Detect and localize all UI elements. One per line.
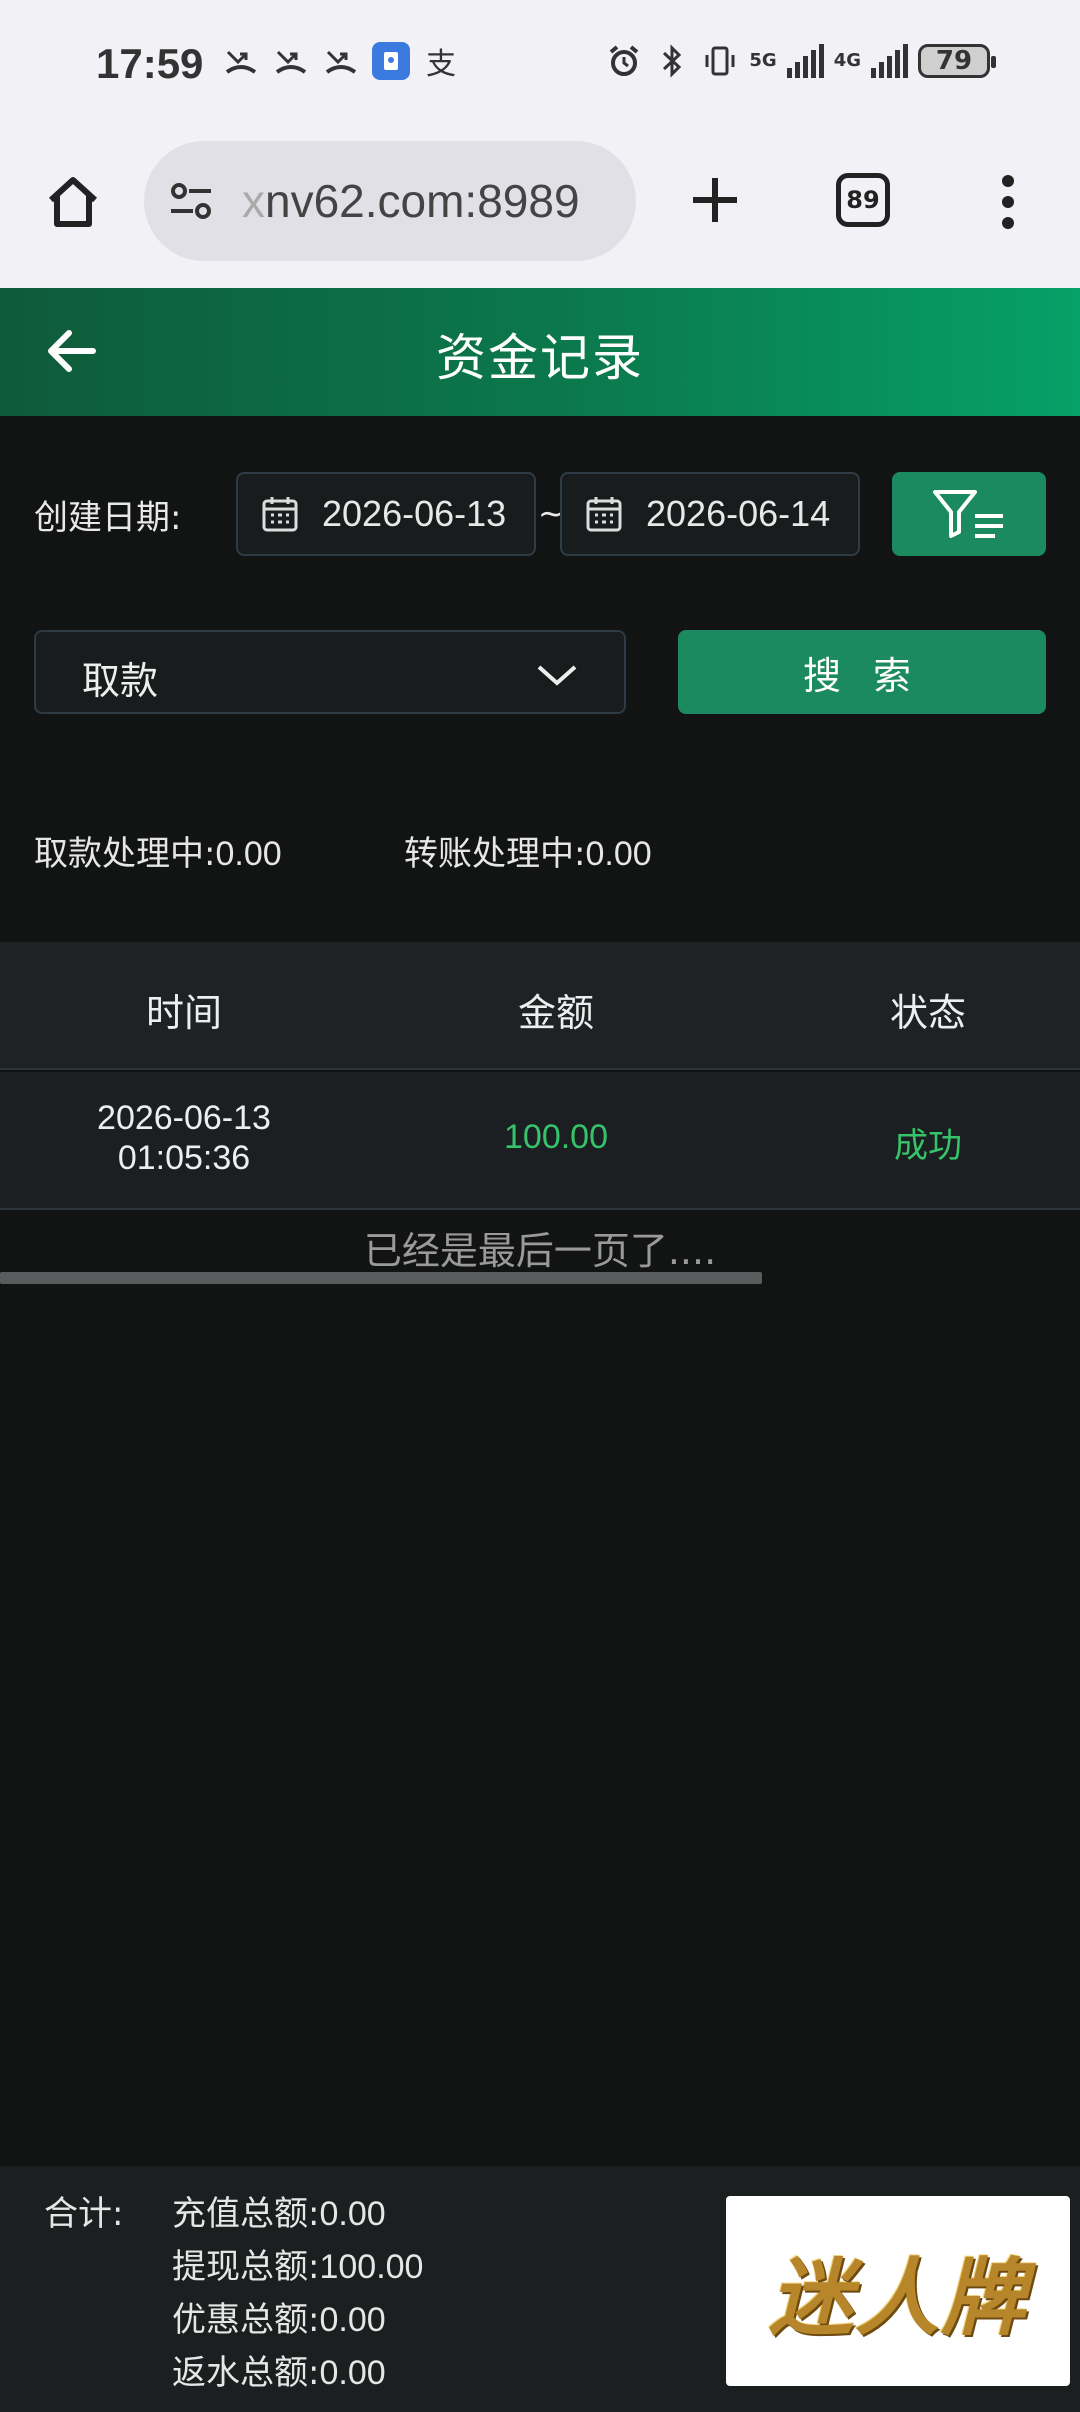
network-4g-label: 4G	[833, 50, 861, 71]
transaction-type-select[interactable]: 取款	[34, 630, 626, 714]
app-header: 资金记录	[0, 288, 1080, 416]
deposit-total: 充值总额:0.00	[172, 2186, 386, 2235]
dot-icon	[1002, 196, 1014, 208]
status-bar: 17:59 支 5G 4G 79	[0, 0, 1080, 135]
rebate-total: 返水总额:0.00	[172, 2345, 386, 2394]
transfer-pending-label: 转账处理中:	[404, 834, 586, 874]
page-title: 资金记录	[436, 329, 644, 387]
brand-logo[interactable]: 迷人牌	[726, 2196, 1070, 2386]
end-date-value: 2026-06-14	[646, 493, 831, 534]
column-header-time: 时间	[145, 991, 222, 1035]
missed-call-icon	[222, 42, 260, 80]
tab-switcher-button[interactable]: 89	[836, 173, 890, 227]
withdraw-pending-label: 取款处理中:	[34, 834, 216, 874]
withdraw-pending-value: 0.00	[215, 835, 282, 873]
plus-icon	[693, 178, 737, 222]
end-of-list-message: 已经是最后一页了....	[363, 1229, 717, 1273]
cell-date: 2026-06-13	[97, 1099, 271, 1137]
new-tab-button[interactable]	[680, 165, 750, 235]
brand-logo-text: 迷人牌	[768, 2247, 1027, 2347]
browser-toolbar: xnv62.com:8989 89	[0, 135, 1080, 288]
transfer-pending-value: 0.00	[585, 835, 652, 873]
chevron-down-icon	[534, 652, 580, 698]
vibrate-icon	[701, 42, 739, 80]
rebate-total-label: 返水总额:	[172, 2353, 320, 2393]
filter-icon	[933, 490, 1003, 538]
site-settings-icon[interactable]	[166, 176, 216, 226]
deposit-total-value: 0.00	[319, 2195, 386, 2233]
table-row[interactable]: 2026-06-13 01:05:36 100.00 成功	[0, 1072, 1080, 1210]
cell-amount: 100.00	[504, 1118, 608, 1156]
withdraw-total-label: 提现总额:	[172, 2247, 320, 2287]
alarm-icon	[605, 42, 643, 80]
withdraw-total-value: 100.00	[319, 2248, 424, 2286]
calendar-icon	[260, 494, 300, 534]
withdraw-pending: 取款处理中:0.00	[34, 826, 282, 875]
bonus-total: 优惠总额:0.00	[172, 2292, 386, 2341]
security-app-icon	[372, 42, 410, 80]
start-date-input[interactable]: 2026-06-13	[236, 472, 536, 556]
column-header-amount: 金额	[517, 991, 594, 1035]
table-header: 时间 金额 状态	[0, 942, 1080, 1070]
end-date-input[interactable]: 2026-06-14	[560, 472, 860, 556]
rebate-total-value: 0.00	[319, 2354, 386, 2392]
address-bar[interactable]: xnv62.com:8989	[144, 141, 636, 261]
horizontal-scrollbar[interactable]	[0, 1272, 762, 1284]
home-button[interactable]	[38, 167, 108, 237]
dot-icon	[1002, 175, 1014, 187]
missed-call-icon	[322, 42, 360, 80]
transfer-pending: 转账处理中:0.00	[404, 826, 652, 875]
search-button[interactable]: 搜 索	[678, 630, 1046, 714]
bluetooth-icon	[653, 42, 691, 80]
bonus-total-label: 优惠总额:	[172, 2300, 320, 2340]
calendar-icon	[584, 494, 624, 534]
cell-clock: 01:05:36	[117, 1139, 251, 1177]
system-icons: 5G 4G 79	[605, 42, 996, 80]
url-text[interactable]: xnv62.com:8989	[242, 174, 580, 228]
dot-icon	[1002, 217, 1014, 229]
column-header-status: 状态	[889, 991, 966, 1035]
withdraw-total: 提现总额:100.00	[172, 2239, 423, 2288]
totals-label: 合计:	[44, 2194, 124, 2234]
start-date-value: 2026-06-13	[322, 493, 507, 534]
filter-button[interactable]	[892, 472, 1046, 556]
url-main: nv62.com:8989	[265, 175, 580, 227]
battery-icon: 79	[918, 44, 996, 78]
home-icon	[48, 177, 98, 227]
status-time: 17:59	[96, 40, 204, 87]
signal-4g-icon	[871, 44, 908, 78]
transaction-type-value: 取款	[82, 659, 159, 703]
cell-status: 成功	[894, 1126, 962, 1166]
more-menu-button[interactable]	[988, 167, 1028, 237]
date-label: 创建日期:	[34, 498, 182, 538]
notification-icons: 支	[222, 42, 460, 82]
alipay-icon: 支	[426, 47, 456, 82]
missed-call-icon	[272, 42, 310, 80]
bonus-total-value: 0.00	[319, 2301, 386, 2339]
signal-5g-icon	[786, 44, 824, 78]
network-5g-label: 5G	[749, 50, 777, 71]
cell-time: 2026-06-13 01:05:36	[34, 1098, 334, 1178]
deposit-total-label: 充值总额:	[172, 2194, 320, 2234]
url-fade: x	[242, 175, 265, 227]
